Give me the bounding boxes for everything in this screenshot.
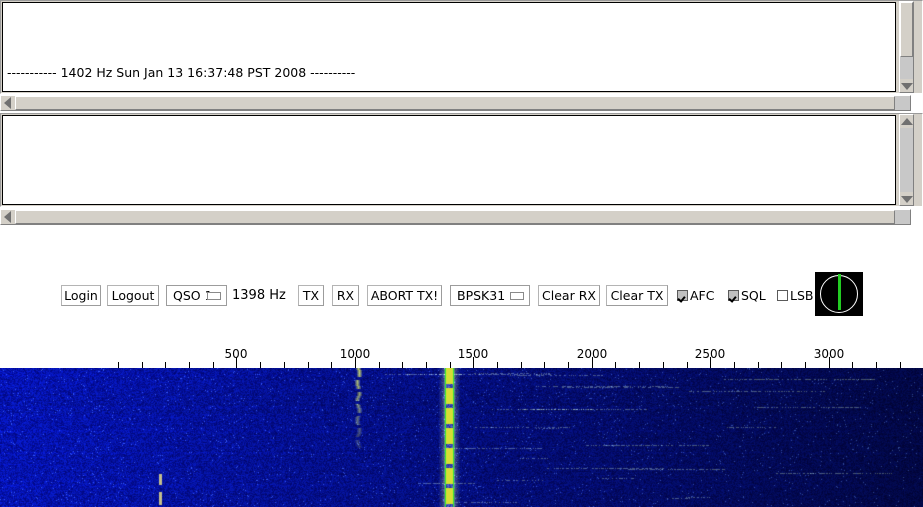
scale-label: 2500 — [694, 347, 726, 361]
scale-label: 1500 — [457, 347, 489, 361]
receive-hscroll-thumb[interactable] — [15, 96, 895, 110]
carrier-frequency-label: 1398 Hz — [232, 288, 286, 303]
fldigi-window: ----------- 1402 Hz Sun Jan 13 16:37:48 … — [0, 0, 923, 507]
logout-button[interactable]: Logout — [107, 285, 159, 306]
scale-label: 3000 — [813, 347, 845, 361]
mode-select-value: BPSK31 — [457, 288, 506, 303]
sql-label: SQL — [741, 288, 766, 303]
scale-label: 2000 — [576, 347, 608, 361]
lsb-label: LSB — [790, 288, 814, 303]
scroll-left-arrow-icon[interactable] — [1, 96, 15, 110]
chevron-down-icon — [207, 292, 221, 300]
clear-tx-button[interactable]: Clear TX — [606, 285, 668, 306]
afc-label: AFC — [690, 288, 715, 303]
scroll-down-arrow-icon[interactable] — [900, 79, 913, 92]
checkbox-icon — [777, 290, 788, 301]
abort-tx-button[interactable]: ABORT TX! — [367, 285, 442, 306]
waterfall-canvas[interactable] — [0, 368, 923, 507]
rx-button[interactable]: RX — [332, 285, 359, 306]
scope-trace — [838, 274, 841, 310]
control-toolbar: Login Logout QSO 1 1398 Hz TX RX ABORT T… — [0, 239, 923, 359]
rx-line-1: ----------- 1402 Hz Sun Jan 13 16:37:48 … — [7, 65, 356, 80]
scroll-left-arrow-icon[interactable] — [1, 210, 15, 224]
scale-label: 500 — [224, 347, 248, 361]
chevron-down-icon — [510, 292, 524, 300]
clear-rx-button[interactable]: Clear RX — [538, 285, 600, 306]
transmit-hscroll-thumb[interactable] — [15, 210, 895, 224]
login-button[interactable]: Login — [61, 285, 101, 306]
receive-text-content: ----------- 1402 Hz Sun Jan 13 16:37:48 … — [7, 5, 891, 91]
lsb-checkbox[interactable]: LSB — [777, 285, 813, 306]
receive-scrollbar-thumb[interactable] — [900, 2, 913, 57]
tx-button[interactable]: TX — [298, 285, 324, 306]
sql-checkbox[interactable]: SQL — [728, 285, 766, 306]
receive-pane-frame: ----------- 1402 Hz Sun Jan 13 16:37:48 … — [0, 0, 923, 94]
checkbox-icon — [677, 290, 688, 301]
transmit-text-pane[interactable] — [2, 115, 896, 205]
tuning-scope[interactable] — [815, 272, 863, 316]
scale-label: 1000 — [339, 347, 371, 361]
waterfall-display[interactable] — [0, 368, 923, 507]
afc-checkbox[interactable]: AFC — [677, 285, 714, 306]
frequency-scale[interactable]: 500100015002000250030003500 — [0, 345, 923, 368]
transmit-text-content — [7, 118, 891, 178]
mode-select[interactable]: BPSK31 — [450, 285, 530, 306]
receive-horizontal-scrollbar[interactable] — [0, 95, 911, 111]
scroll-up-arrow-icon[interactable] — [900, 115, 913, 128]
scroll-down-arrow-icon[interactable] — [900, 192, 913, 205]
receive-vertical-scrollbar[interactable] — [899, 1, 914, 93]
qso-select[interactable]: QSO 1 — [166, 285, 227, 306]
transmit-vertical-scrollbar[interactable] — [899, 114, 914, 206]
checkbox-icon — [728, 290, 739, 301]
transmit-horizontal-scrollbar[interactable] — [0, 209, 911, 225]
receive-text-pane[interactable]: ----------- 1402 Hz Sun Jan 13 16:37:48 … — [2, 2, 896, 92]
transmit-pane-frame — [0, 113, 923, 207]
